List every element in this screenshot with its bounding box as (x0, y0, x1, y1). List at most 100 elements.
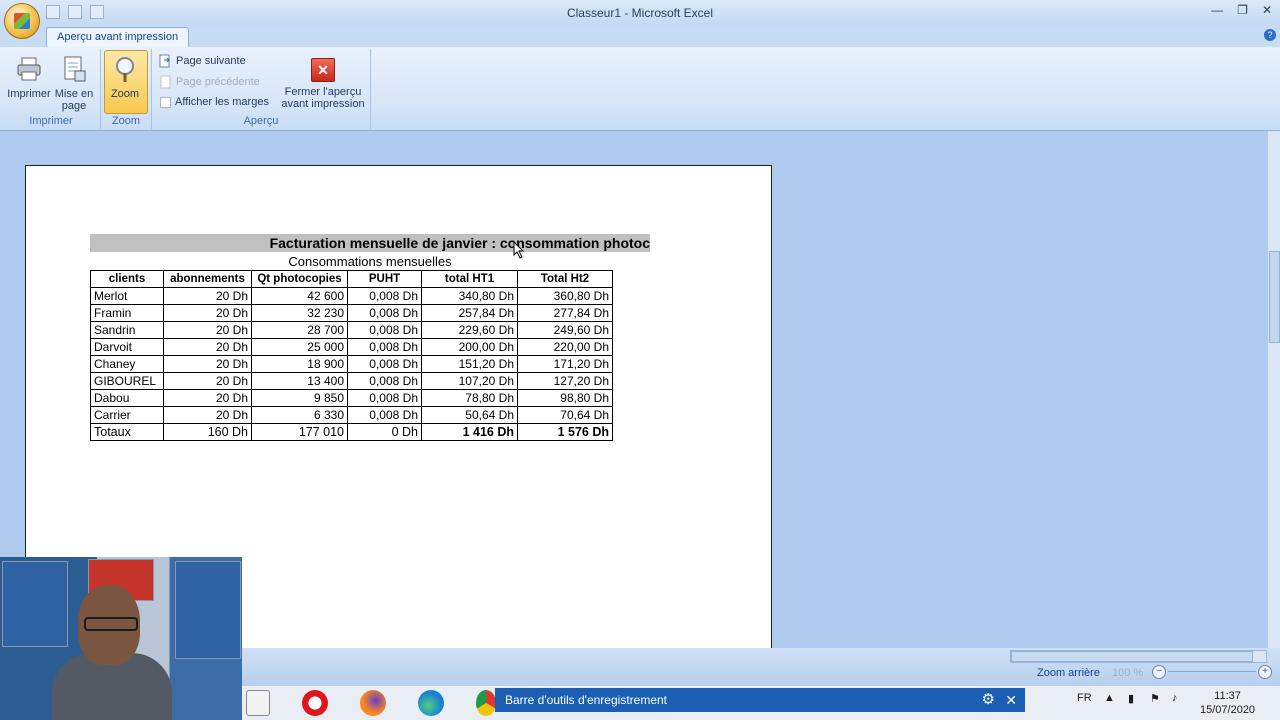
table-cell: 0,008 Dh (347, 287, 422, 305)
table-row: GIBOUREL 20 Dh 13 400 0,008 Dh 107,20 Dh 127,… (90, 372, 613, 390)
page-setup-label-1: Mise en (54, 88, 94, 100)
zoom-out-label[interactable]: Zoom arrière (1037, 667, 1100, 679)
previous-page-icon (160, 75, 171, 89)
table-cell: 42 600 (251, 287, 348, 305)
table-cell: 0,008 Dh (347, 321, 422, 339)
table-cell: 6 330 (251, 406, 348, 424)
firefox-icon[interactable] (360, 690, 386, 716)
page-setup-label-2: page (61, 100, 87, 112)
table-cell: 360,80 Dh (517, 287, 613, 305)
table-cell: 13 400 (251, 372, 348, 390)
show-margins-label: Afficher les marges (175, 96, 269, 108)
table-cell: 18 900 (251, 355, 348, 373)
speaker-icon[interactable]: ♪ (1172, 692, 1178, 704)
print-button-label: Imprimer (7, 88, 51, 100)
table-cell: 28 700 (251, 321, 348, 339)
table-cell: 200,00 Dh (421, 338, 518, 356)
mouse-cursor-icon (513, 241, 525, 259)
previous-page-button[interactable]: Page précédente (158, 75, 260, 89)
magnifier-icon (116, 57, 134, 82)
office-button[interactable] (4, 3, 40, 39)
table-cell: 9 850 (251, 389, 348, 407)
table-cell: Chaney (90, 355, 164, 373)
table-cell: 249,60 Dh (517, 321, 613, 339)
table-cell: 20 Dh (163, 372, 252, 390)
zoom-button-label: Zoom (110, 88, 140, 100)
vertical-scrollbar[interactable] (1267, 131, 1280, 648)
restore-button[interactable]: ❐ (1237, 3, 1248, 17)
battery-icon[interactable]: ▮ (1128, 692, 1134, 705)
horizontal-scroll-thumb[interactable] (1011, 651, 1253, 662)
close-icon[interactable]: ✕ (1005, 688, 1017, 712)
edge-icon[interactable] (418, 690, 444, 716)
next-page-button[interactable]: Page suivante (158, 54, 246, 68)
close-preview-label-2: avant impression (281, 98, 365, 110)
table-cell: Framin (90, 304, 164, 322)
zoom-plus-icon[interactable]: + (1258, 665, 1272, 679)
language-indicator[interactable]: FR (1077, 692, 1092, 704)
clock-date: 15/07/2020 (1200, 704, 1256, 716)
col-header: Qt photocopies (251, 270, 348, 288)
table-cell: 20 Dh (163, 304, 252, 322)
table-cell: 340,80 Dh (421, 287, 518, 305)
recording-toolbar: Barre d'outils d'enregistrement ⚙ ✕ (495, 688, 1025, 712)
totals-cell: 160 Dh (163, 423, 252, 441)
table-cell: Dabou (90, 389, 164, 407)
table-cell: Sandrin (90, 321, 164, 339)
horizontal-scrollbar[interactable] (1010, 650, 1267, 663)
close-button[interactable]: ✕ (1262, 3, 1272, 17)
print-button[interactable]: Imprimer (6, 55, 52, 100)
table-header-row: clients abonnements Qt photocopies PUHT … (90, 270, 613, 288)
table-cell: 20 Dh (163, 321, 252, 339)
show-margins-checkbox[interactable]: Afficher les marges (160, 96, 269, 108)
zoom-slider[interactable]: − + (1152, 665, 1272, 679)
totals-row: Totaux 160 Dh 177 010 0 Dh 1 416 Dh 1 57… (90, 423, 613, 441)
table-cell: 32 230 (251, 304, 348, 322)
table-cell: 50,64 Dh (421, 406, 518, 424)
table-cell: 98,80 Dh (517, 389, 613, 407)
group-label-imprimer: Imprimer (29, 115, 73, 127)
sheet-title: Facturation mensuelle de janvier : conso… (90, 234, 650, 252)
gear-icon[interactable]: ⚙ (982, 688, 995, 712)
table-cell: 0,008 Dh (347, 389, 422, 407)
table-cell: 229,60 Dh (421, 321, 518, 339)
table-cell: 0,008 Dh (347, 304, 422, 322)
table-cell: 0,008 Dh (347, 355, 422, 373)
totals-cell: 1 416 Dh (421, 423, 518, 441)
chrome-icon[interactable] (476, 690, 496, 716)
zoom-button[interactable]: Zoom (104, 55, 146, 100)
table-cell: 257,84 Dh (421, 304, 518, 322)
next-page-icon (159, 54, 171, 68)
table-cell: 20 Dh (163, 406, 252, 424)
table-cell: GIBOUREL (90, 372, 164, 390)
totals-cell: 0 Dh (347, 423, 422, 441)
vertical-scroll-thumb[interactable] (1269, 251, 1280, 343)
group-label-apercu: Aperçu (243, 115, 279, 127)
zoom-percent: 100 % (1112, 667, 1144, 679)
sheet-subtitle: Consommations mensuelles (288, 254, 452, 269)
glasses (84, 617, 138, 631)
close-preview-button[interactable]: ✕ Fermer l'aperçu avant impression (278, 58, 368, 110)
tab-print-preview[interactable]: Aperçu avant impression (46, 27, 190, 48)
group-label-zoom: Zoom (111, 115, 141, 127)
table-cell: 107,20 Dh (421, 372, 518, 390)
table-cell: 0,008 Dh (347, 338, 422, 356)
chevron-up-icon[interactable]: ▲ (1104, 692, 1115, 704)
table-cell: 20 Dh (163, 355, 252, 373)
table-cell: Darvoit (90, 338, 164, 356)
table-cell: 0,008 Dh (347, 372, 422, 390)
zoom-minus-icon[interactable]: − (1152, 665, 1166, 679)
opera-icon[interactable] (302, 690, 328, 716)
table-cell: 127,20 Dh (517, 372, 613, 390)
ribbon-tab-row (0, 26, 1280, 47)
col-header: clients (90, 270, 164, 288)
checkbox-icon (160, 96, 171, 108)
recording-toolbar-label: Barre d'outils d'enregistrement (505, 693, 667, 707)
minimize-button[interactable]: — (1211, 3, 1223, 17)
taskbar-clock[interactable]: 11:37 15/07/2020 (1200, 689, 1255, 717)
calculator-icon[interactable] (246, 690, 270, 716)
page-setup-button[interactable]: Mise en page (54, 55, 94, 112)
flag-icon[interactable]: ⚑ (1150, 692, 1160, 705)
help-icon[interactable]: ? (1264, 29, 1276, 41)
table-row: Framin 20 Dh 32 230 0,008 Dh 257,84 Dh 277,84… (90, 304, 613, 322)
